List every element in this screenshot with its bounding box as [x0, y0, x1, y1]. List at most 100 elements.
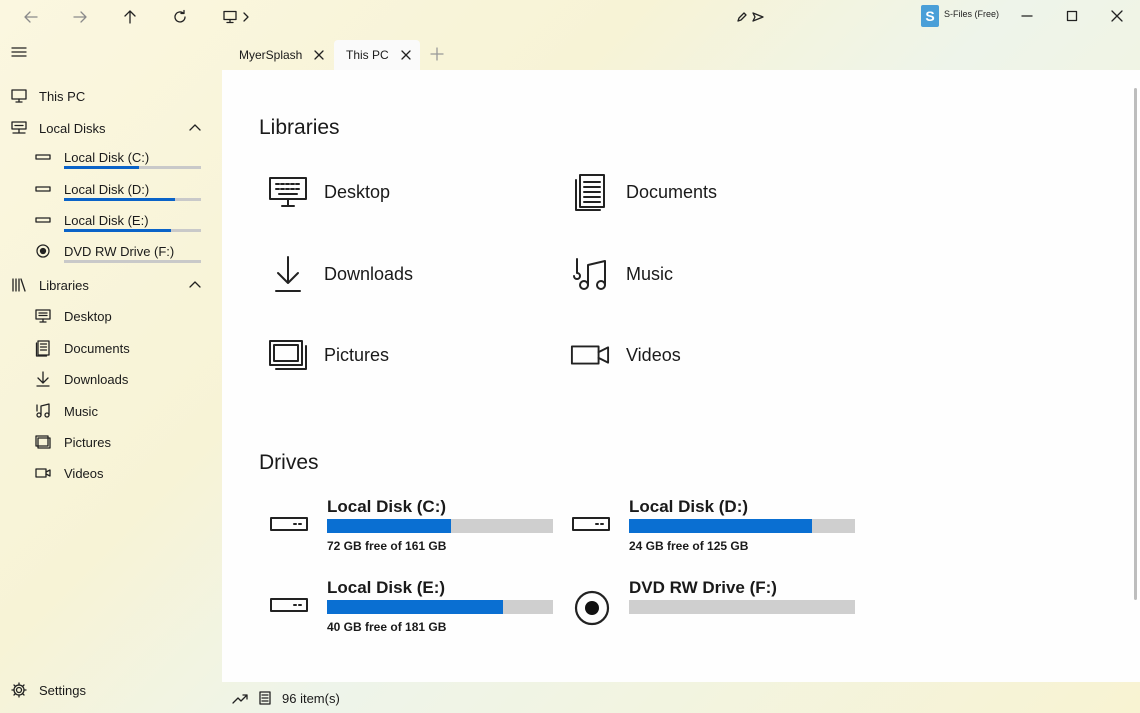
hard-drive-icon	[570, 513, 612, 535]
app-title: S-Files (Free)	[944, 9, 1000, 19]
libraries-icon	[10, 276, 28, 294]
drive-free-space: 40 GB free of 181 GB	[327, 620, 447, 634]
disk-usage-fill	[64, 198, 175, 201]
new-tab-button[interactable]	[430, 47, 446, 63]
video-camera-icon	[570, 335, 610, 375]
chevron-up-icon[interactable]	[187, 120, 203, 136]
music-icon	[34, 402, 52, 420]
sidebar-group-local-disks[interactable]: Local Disks	[0, 113, 215, 143]
drive-e[interactable]: Local Disk (E:) 40 GB free of 181 GB	[268, 576, 558, 638]
library-videos[interactable]: Videos	[570, 330, 830, 380]
breadcrumb[interactable]	[216, 4, 256, 30]
disk-usage-fill	[64, 229, 171, 232]
documents-icon	[34, 339, 52, 357]
drive-usage-bar	[327, 519, 553, 533]
drive-usage-bar	[629, 600, 855, 614]
sidebar-item-label: Libraries	[39, 277, 89, 293]
library-music[interactable]: Music	[570, 249, 830, 299]
drive-name: DVD RW Drive (F:)	[629, 578, 777, 597]
drive-usage-bar	[327, 600, 553, 614]
maximize-button[interactable]	[1049, 0, 1095, 32]
drive-name: Local Disk (C:)	[327, 497, 447, 516]
sidebar-item-pictures[interactable]: Pictures	[0, 427, 215, 457]
sidebar-item-label: Videos	[64, 465, 104, 481]
drive-icon	[34, 180, 52, 198]
sidebar-item-label: Settings	[39, 682, 86, 698]
up-arrow-icon	[122, 9, 138, 25]
sidebar-item-downloads[interactable]: Downloads	[0, 364, 215, 394]
pencil-icon	[736, 11, 748, 23]
library-desktop[interactable]: Desktop	[268, 167, 528, 217]
drive-icon	[34, 211, 52, 229]
sidebar-item-label: Downloads	[64, 371, 129, 387]
minimize-button[interactable]	[1004, 0, 1050, 32]
tab-label: This PC	[346, 48, 389, 62]
close-tab-icon[interactable]	[399, 48, 413, 62]
sidebar-item-videos[interactable]: Videos	[0, 458, 215, 488]
desktop-icon	[268, 172, 308, 212]
library-pictures[interactable]: Pictures	[268, 330, 528, 380]
sidebar-group-libraries[interactable]: Libraries	[0, 270, 215, 300]
chevron-right-icon	[242, 11, 250, 23]
sidebar-item-label: Music	[64, 403, 98, 419]
library-downloads[interactable]: Downloads	[268, 249, 528, 299]
hard-drive-icon	[268, 513, 310, 535]
disk-usage-bar	[64, 198, 201, 201]
drive-free-space: 24 GB free of 125 GB	[629, 539, 749, 553]
item-count: 96 item(s)	[282, 690, 340, 706]
drive-d[interactable]: Local Disk (D:) 24 GB free of 125 GB	[570, 495, 860, 557]
drive-name: Local Disk (D:)	[629, 497, 749, 516]
refresh-icon	[172, 9, 188, 25]
sidebar-item-desktop[interactable]: Desktop	[0, 301, 215, 331]
desktop-icon	[34, 307, 52, 325]
sidebar-item-label: Documents	[64, 340, 130, 356]
send-icon	[752, 11, 764, 23]
sidebar-item-label: Local Disk (D:)	[64, 181, 150, 197]
edit-tools[interactable]	[736, 9, 766, 25]
drive-usage-fill	[629, 519, 813, 533]
forward-button[interactable]	[63, 4, 97, 30]
disk-usage-bar	[64, 166, 201, 169]
library-label: Videos	[626, 344, 681, 365]
app-logo: S	[921, 5, 939, 27]
drive-c[interactable]: Local Disk (C:) 72 GB free of 161 GB	[268, 495, 558, 557]
pictures-icon	[268, 335, 308, 375]
up-button[interactable]	[113, 4, 147, 30]
library-documents[interactable]: Documents	[570, 167, 830, 217]
drives-heading: Drives	[259, 451, 319, 474]
refresh-button[interactable]	[163, 4, 197, 30]
chevron-up-icon[interactable]	[187, 277, 203, 293]
disc-icon	[34, 242, 52, 260]
library-label: Documents	[626, 181, 718, 202]
download-icon	[34, 370, 52, 388]
sidebar-item-this-pc[interactable]: This PC	[0, 81, 215, 111]
network-drives-icon	[10, 119, 28, 137]
sidebar-item-music[interactable]: Music	[0, 396, 215, 426]
documents-icon	[570, 172, 610, 212]
close-window-button[interactable]	[1094, 0, 1140, 32]
sidebar-item-settings[interactable]: Settings	[0, 675, 215, 705]
tab-myersplash[interactable]: MyerSplash	[225, 40, 333, 70]
drive-f[interactable]: DVD RW Drive (F:)	[570, 576, 860, 638]
back-button[interactable]	[14, 4, 48, 30]
tab-this-pc[interactable]: This PC	[334, 40, 420, 70]
minimize-icon	[1021, 10, 1033, 22]
sidebar-item-label: Local Disks	[39, 120, 106, 136]
sidebar-item-documents[interactable]: Documents	[0, 333, 215, 363]
trend-icon[interactable]	[232, 691, 248, 705]
maximize-icon	[1066, 10, 1078, 22]
sidebar-item-label: Pictures	[64, 434, 111, 450]
file-count-icon	[258, 691, 272, 705]
plus-icon	[430, 47, 446, 61]
video-camera-icon	[34, 464, 52, 482]
hard-drive-icon	[268, 594, 310, 616]
library-label: Pictures	[324, 344, 390, 365]
close-tab-icon[interactable]	[312, 48, 326, 62]
drive-icon	[34, 148, 52, 166]
disc-icon	[572, 588, 612, 628]
sidebar-item-label: Local Disk (E:)	[64, 212, 149, 228]
library-label: Music	[626, 263, 674, 284]
vertical-scrollbar[interactable]	[1134, 88, 1137, 600]
download-icon	[268, 254, 308, 294]
menu-button[interactable]	[10, 43, 30, 61]
